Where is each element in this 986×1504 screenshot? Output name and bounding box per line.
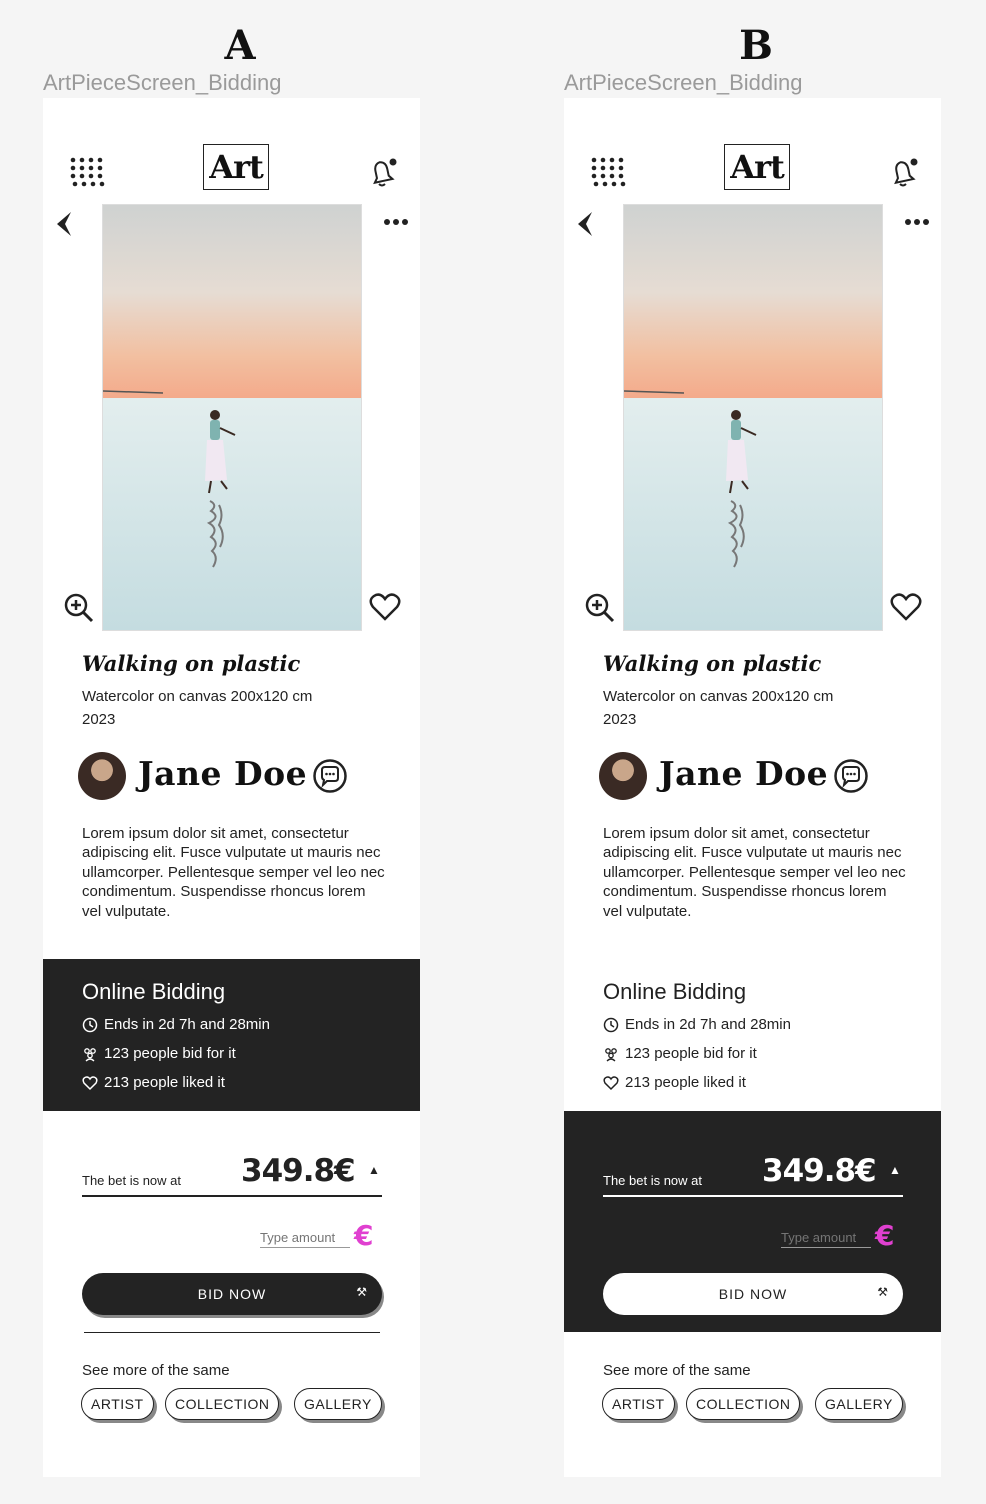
more-icon[interactable] <box>904 218 930 226</box>
heart-icon[interactable] <box>369 592 401 622</box>
zoom-in-icon[interactable] <box>584 592 616 624</box>
bidding-heading: Online Bidding <box>603 979 747 1004</box>
people-icon <box>605 1047 617 1061</box>
bidding-people-text: 123 people bid for it <box>625 1045 757 1062</box>
app-logo[interactable]: Art <box>724 144 790 190</box>
clock-icon <box>603 1017 619 1032</box>
back-chevron-icon[interactable] <box>574 210 596 238</box>
divider <box>84 1332 380 1333</box>
bet-section: The bet is now at 349.8€ ▲ € BID NOW ⚒ <box>43 1111 420 1332</box>
bid-now-label: BID NOW <box>197 1286 267 1302</box>
bidding-people: 123 people bid for it <box>82 1045 236 1062</box>
heart-outline-icon <box>603 1075 619 1090</box>
bidding-likes: 213 people liked it <box>603 1074 746 1091</box>
heart-outline-icon <box>82 1075 98 1090</box>
amount-input[interactable] <box>781 1228 871 1248</box>
artwork-title: Walking on plastic <box>82 651 301 676</box>
menu-dots-icon[interactable] <box>69 156 105 190</box>
bet-underline <box>82 1195 382 1197</box>
artwork-title: Walking on plastic <box>603 651 822 676</box>
heart-icon[interactable] <box>890 592 922 622</box>
chat-icon[interactable] <box>833 758 869 794</box>
bet-label: The bet is now at <box>82 1173 181 1188</box>
bet-underline <box>603 1195 903 1197</box>
bet-label: The bet is now at <box>603 1173 702 1188</box>
artwork-description: Lorem ipsum dolor sit amet, consectetur … <box>82 825 385 920</box>
menu-dots-icon[interactable] <box>590 156 626 190</box>
hammer-icon: ⚒ <box>356 1285 368 1299</box>
bet-section: The bet is now at 349.8€ ▲ € BID NOW ⚒ <box>564 1111 941 1332</box>
bidding-ends: Ends in 2d 7h and 28min <box>603 1016 791 1033</box>
gallery-pill-button[interactable]: GALLERY <box>294 1388 382 1420</box>
bidding-heading: Online Bidding <box>82 979 226 1004</box>
phone-screen-b: Art Walking on plastic Watercolor on can… <box>564 98 941 1477</box>
artist-name[interactable]: Jane Doe <box>659 754 828 793</box>
hammer-icon: ⚒ <box>877 1285 889 1299</box>
frame-name-b: ArtPieceScreen_Bidding <box>564 70 803 95</box>
amount-input[interactable] <box>260 1228 350 1248</box>
online-bidding-section: Online Bidding Ends in 2d 7h and 28min 1… <box>564 959 941 1111</box>
artwork-medium: Watercolor on canvas 200x120 cm <box>603 688 834 705</box>
artwork-medium: Watercolor on canvas 200x120 cm <box>82 688 313 705</box>
artist-name[interactable]: Jane Doe <box>138 754 307 793</box>
bidding-ends-text: Ends in 2d 7h and 28min <box>104 1016 270 1033</box>
see-more-label: See more of the same <box>82 1362 230 1379</box>
phone-screen-a: Art Walking on plastic Watercolor on can… <box>43 98 420 1477</box>
artwork-year: 2023 <box>603 711 637 728</box>
bidding-people: 123 people bid for it <box>603 1045 757 1062</box>
bet-value: 349.8€ <box>762 1153 877 1189</box>
bidding-likes-text: 213 people liked it <box>625 1074 746 1091</box>
variant-letter-a: A <box>224 22 256 69</box>
clock-icon <box>82 1017 98 1032</box>
euro-icon: € <box>875 1219 895 1252</box>
bell-icon[interactable] <box>886 156 920 190</box>
bidding-ends: Ends in 2d 7h and 28min <box>82 1016 270 1033</box>
avatar[interactable] <box>599 752 647 800</box>
bidding-people-text: 123 people bid for it <box>104 1045 236 1062</box>
bidding-ends-text: Ends in 2d 7h and 28min <box>625 1016 791 1033</box>
back-chevron-icon[interactable] <box>53 210 75 238</box>
chat-icon[interactable] <box>312 758 348 794</box>
collection-pill-button[interactable]: COLLECTION <box>686 1388 801 1420</box>
euro-icon: € <box>354 1219 374 1252</box>
more-icon[interactable] <box>383 218 409 226</box>
variant-letter-b: B <box>739 22 773 69</box>
bell-icon[interactable] <box>365 156 399 190</box>
bid-now-label: BID NOW <box>718 1286 788 1302</box>
app-logo[interactable]: Art <box>203 144 269 190</box>
bet-trend-arrow: ▲ <box>368 1163 380 1177</box>
artwork-year: 2023 <box>82 711 116 728</box>
bidding-likes: 213 people liked it <box>82 1074 225 1091</box>
people-icon <box>84 1047 96 1061</box>
avatar[interactable] <box>78 752 126 800</box>
artist-pill-button[interactable]: ARTIST <box>602 1388 675 1420</box>
artwork-image[interactable] <box>102 204 362 631</box>
artist-pill-button[interactable]: ARTIST <box>81 1388 154 1420</box>
bet-value: 349.8€ <box>241 1153 356 1189</box>
collection-pill-button[interactable]: COLLECTION <box>165 1388 280 1420</box>
bet-trend-arrow: ▲ <box>889 1163 901 1177</box>
artwork-description: Lorem ipsum dolor sit amet, consectetur … <box>603 825 906 920</box>
bidding-likes-text: 213 people liked it <box>104 1074 225 1091</box>
bid-now-button[interactable]: BID NOW ⚒ <box>82 1273 382 1315</box>
see-more-label: See more of the same <box>603 1362 751 1379</box>
artwork-image[interactable] <box>623 204 883 631</box>
gallery-pill-button[interactable]: GALLERY <box>815 1388 903 1420</box>
frame-name-a: ArtPieceScreen_Bidding <box>43 70 282 95</box>
online-bidding-section: Online Bidding Ends in 2d 7h and 28min 1… <box>43 959 420 1111</box>
zoom-in-icon[interactable] <box>63 592 95 624</box>
bid-now-button[interactable]: BID NOW ⚒ <box>603 1273 903 1315</box>
